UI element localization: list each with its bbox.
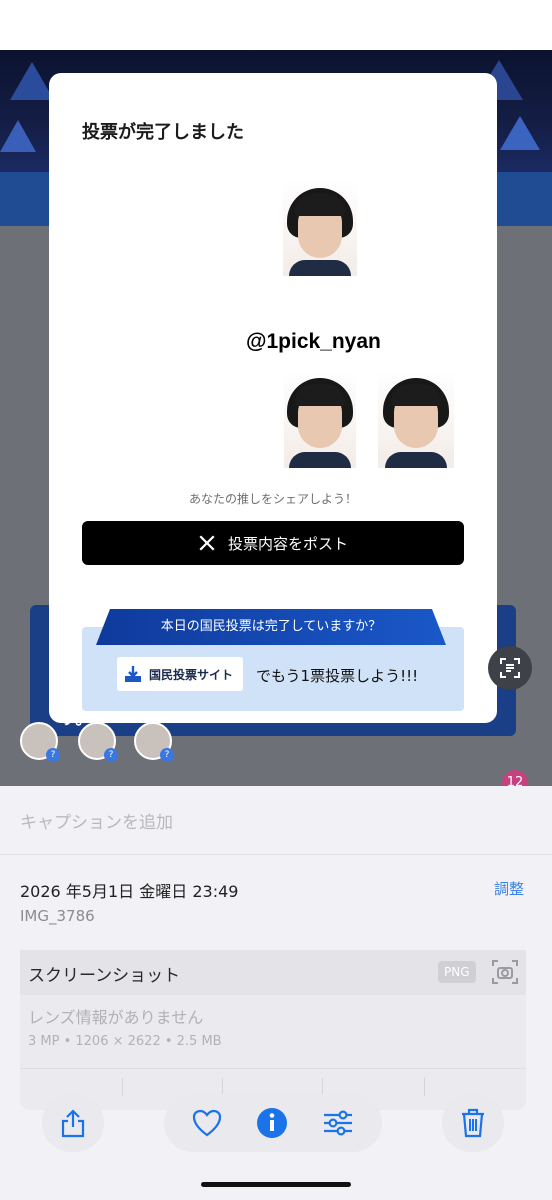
member-photo	[378, 370, 454, 468]
photo-actions-group	[164, 1094, 382, 1152]
download-icon	[125, 666, 141, 682]
share-hint: あなたの推しをシェアしよう！	[188, 492, 357, 506]
x-logo-icon	[199, 535, 215, 551]
heart-icon[interactable]	[192, 1109, 222, 1137]
lens-info: レンズ情報がありません	[28, 1008, 204, 1027]
share-button[interactable]	[42, 1094, 104, 1152]
watermark-handle: @1pick_nyan	[246, 330, 381, 353]
member-photo	[284, 370, 356, 468]
post-button-label: 投票内容をポスト	[227, 534, 348, 553]
home-indicator[interactable]	[201, 1182, 351, 1187]
avatar: ?	[20, 722, 60, 762]
live-text-button[interactable]	[488, 646, 532, 690]
divider	[424, 1078, 425, 1096]
image-specs: 3 MP • 1206 × 2622 • 2.5 MB	[28, 1034, 222, 1049]
photo-datetime: 2026 年5月1日 金曜日 23:49	[20, 882, 239, 901]
format-badge: PNG	[438, 961, 476, 983]
caption-input[interactable]: キャプションを追加	[20, 808, 173, 833]
member-photo	[283, 180, 357, 276]
promo-ribbon: 本日の国民投票は完了していますか？	[96, 609, 446, 645]
metadata-type: スクリーンショット	[28, 966, 181, 986]
post-button[interactable]: 投票内容をポスト	[82, 521, 464, 565]
vote-site-label: 国民投票サイト	[149, 667, 234, 682]
delete-button[interactable]	[442, 1094, 504, 1152]
trash-icon	[462, 1108, 484, 1138]
adjust-button[interactable]: 調整	[494, 878, 524, 899]
avatar: ?	[78, 722, 118, 762]
avatar: ?	[134, 722, 174, 762]
info-icon[interactable]	[256, 1107, 288, 1139]
modal-title: 投票が完了しました	[82, 122, 244, 143]
camera-icon	[490, 957, 520, 991]
divider	[122, 1078, 123, 1096]
divider	[20, 1068, 526, 1069]
vote-site-link[interactable]: 国民投票サイト	[117, 657, 243, 691]
share-icon	[61, 1109, 85, 1138]
text-scan-icon	[500, 658, 520, 678]
divider	[0, 854, 552, 855]
adjust-icon[interactable]	[322, 1109, 354, 1137]
promo-cta-text: でもう1票投票しよう!!!	[256, 667, 419, 685]
photo-filename: IMG_3786	[20, 907, 95, 925]
